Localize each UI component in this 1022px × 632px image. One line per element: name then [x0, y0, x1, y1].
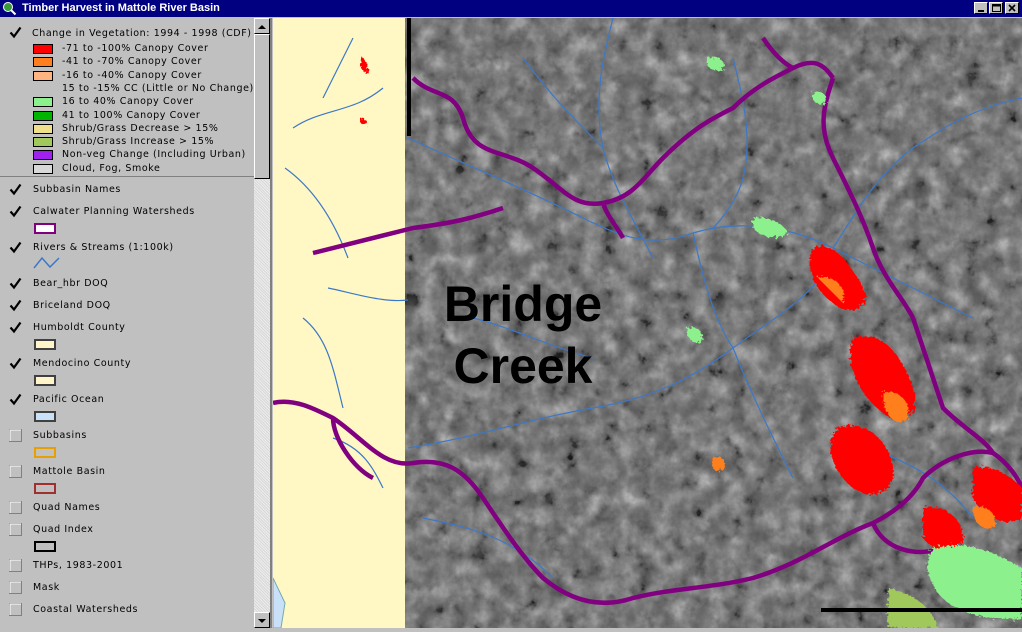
subbasin-label-line2: Creek	[453, 338, 593, 394]
legend-class-label: 15 to -15% CC (Little or No Change)	[62, 83, 254, 94]
layer-checkbox[interactable]	[9, 277, 22, 290]
layer-checkbox[interactable]	[9, 581, 22, 594]
minimize-icon	[978, 10, 984, 12]
title-bar: Timber Harvest in Mattole River Basin	[0, 0, 1022, 17]
layer-name[interactable]: Bear_hbr DOQ	[33, 278, 108, 289]
legend-class-label: -41 to -70% Canopy Cover	[62, 56, 202, 67]
legend-class-label: 41 to 100% Canopy Cover	[62, 110, 201, 121]
layer-checkbox[interactable]	[9, 501, 22, 514]
layer-symbol	[34, 223, 56, 234]
arrow-up-icon	[258, 25, 266, 29]
legend-class-label: Non-veg Change (Including Urban)	[62, 149, 246, 160]
window-title: Timber Harvest in Mattole River Basin	[22, 2, 220, 14]
legend-swatch	[33, 150, 53, 160]
layer-checkbox[interactable]	[9, 357, 22, 370]
layer-checkbox[interactable]	[9, 393, 22, 406]
layer-name[interactable]: THPs, 1983-2001	[33, 560, 123, 571]
maximize-button[interactable]	[989, 2, 1003, 14]
legend-swatch	[33, 44, 53, 54]
layer-name[interactable]: Mendocino County	[33, 358, 131, 369]
layer-checkbox[interactable]	[9, 205, 22, 218]
legend-class-label: Shrub/Grass Decrease > 15%	[62, 123, 219, 134]
layer-checkbox[interactable]	[9, 559, 22, 572]
layer-checkbox[interactable]	[9, 603, 22, 616]
layer-checkbox[interactable]	[9, 321, 22, 334]
legend-swatch	[33, 57, 53, 67]
legend-class-label: Cloud, Fog, Smoke	[62, 163, 161, 174]
legend-class-label: Shrub/Grass Increase > 15%	[62, 136, 215, 147]
scroll-up-button[interactable]	[254, 18, 270, 34]
minimize-button[interactable]	[974, 2, 988, 14]
legend-swatch	[33, 137, 53, 147]
legend-swatch	[33, 71, 53, 81]
layer-name[interactable]: Coastal Watersheds	[33, 604, 138, 615]
layer-name[interactable]: Humboldt County	[33, 322, 126, 333]
layer-checkbox[interactable]	[9, 241, 22, 254]
scroll-thumb[interactable]	[254, 34, 270, 179]
layer-checkbox[interactable]	[9, 26, 22, 39]
layer-checkbox[interactable]	[9, 429, 22, 442]
layer-name[interactable]: Subbasins	[33, 430, 87, 441]
toc-scrollbar[interactable]	[254, 18, 270, 628]
legend-class-label: -71 to -100% Canopy Cover	[62, 43, 209, 54]
layer-checkbox[interactable]	[9, 183, 22, 196]
layer-name[interactable]: Subbasin Names	[33, 184, 121, 195]
layer-name[interactable]: Quad Index	[33, 524, 94, 535]
layer-name[interactable]: Mattole Basin	[33, 466, 106, 477]
maximize-icon	[992, 4, 1001, 12]
layer-symbol	[34, 541, 56, 552]
layer-name[interactable]: Pacific Ocean	[33, 394, 104, 405]
layer-name[interactable]: Quad Names	[33, 502, 100, 513]
arrow-down-icon	[258, 619, 266, 623]
layer-symbol	[33, 256, 60, 269]
map-view[interactable]: Bridge Creek	[273, 18, 1022, 628]
close-icon	[1008, 4, 1016, 12]
legend-class-label: 16 to 40% Canopy Cover	[62, 96, 194, 107]
layer-symbol	[34, 411, 56, 422]
layer-name[interactable]: Mask	[33, 582, 60, 593]
layer-name[interactable]: Rivers & Streams (1:100k)	[33, 242, 174, 253]
legend-swatch	[33, 164, 53, 174]
globe-search-icon	[3, 2, 17, 16]
scroll-down-button[interactable]	[254, 612, 270, 628]
legend-title: Change in Vegetation: 1994 - 1998 (CDF)	[32, 28, 252, 39]
vegetation-change-legend: Change in Vegetation: 1994 - 1998 (CDF) …	[0, 20, 254, 177]
layer-name[interactable]: Briceland DOQ	[33, 300, 111, 311]
subbasin-label-line1: Bridge	[443, 276, 603, 332]
layer-list: Change in Vegetation: 1994 - 1998 (CDF) …	[0, 18, 254, 628]
layer-checkbox[interactable]	[9, 523, 22, 536]
layer-checkbox[interactable]	[9, 299, 22, 312]
layer-symbol	[34, 447, 56, 458]
legend-swatch	[33, 97, 53, 107]
layer-symbol	[34, 375, 56, 386]
legend-swatch	[33, 124, 53, 134]
layer-symbol	[34, 483, 56, 494]
legend-swatch	[33, 111, 53, 121]
layer-symbol	[34, 339, 56, 350]
layer-checkbox[interactable]	[9, 465, 22, 478]
layer-name[interactable]: Calwater Planning Watersheds	[33, 206, 195, 217]
legend-class-label: -16 to -40% Canopy Cover	[62, 70, 202, 81]
table-of-contents: Change in Vegetation: 1994 - 1998 (CDF) …	[0, 18, 272, 628]
close-button[interactable]	[1005, 2, 1019, 14]
